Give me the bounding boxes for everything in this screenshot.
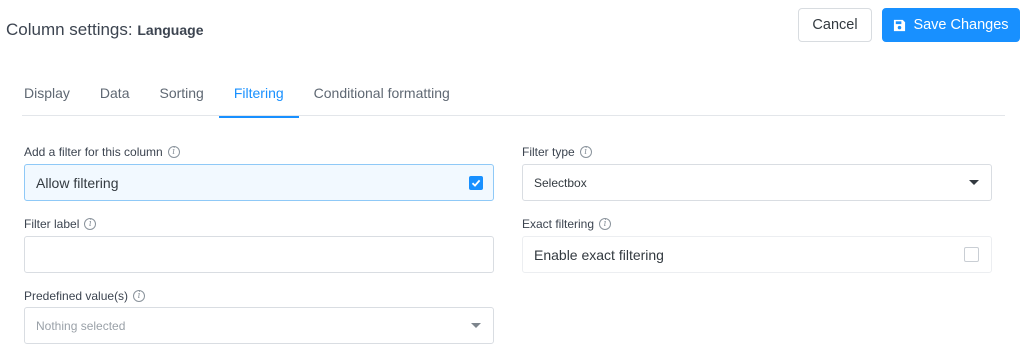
info-icon[interactable]: i xyxy=(133,290,146,302)
filter-type-select[interactable]: Selectbox xyxy=(522,164,992,201)
column-name: Language xyxy=(137,22,204,38)
cancel-button[interactable]: Cancel xyxy=(798,8,872,42)
allow-filtering-text: Allow filtering xyxy=(36,174,119,191)
filter-label-label-text: Filter label xyxy=(24,217,80,231)
save-changes-button[interactable]: Save Changes xyxy=(882,8,1020,42)
allow-filtering-field[interactable]: Allow filtering xyxy=(24,164,494,201)
exact-filtering-checkbox[interactable] xyxy=(964,247,979,262)
tab-data[interactable]: Data xyxy=(85,74,145,116)
exact-filtering-label: Exact filtering i xyxy=(522,217,612,231)
info-icon[interactable]: i xyxy=(579,146,592,158)
caret-down-icon xyxy=(471,323,481,328)
tab-filtering[interactable]: Filtering xyxy=(218,74,299,118)
predefined-values-placeholder: Nothing selected xyxy=(36,318,126,333)
allow-filtering-checkbox[interactable] xyxy=(469,175,483,190)
add-filter-label-text: Add a filter for this column xyxy=(24,145,163,159)
add-filter-label: Add a filter for this column i xyxy=(24,145,180,159)
filter-type-label-text: Filter type xyxy=(522,145,575,159)
page-title: Column settings: Language xyxy=(6,20,203,40)
save-button-label: Save Changes xyxy=(913,17,1009,33)
info-icon[interactable]: i xyxy=(167,146,180,158)
predefined-values-select[interactable]: Nothing selected xyxy=(24,307,494,344)
tabs-divider xyxy=(22,115,1005,116)
settings-tabs: Display Data Sorting Filtering Condition… xyxy=(22,74,465,118)
info-icon[interactable]: i xyxy=(599,218,612,230)
title-prefix: Column settings: xyxy=(6,20,133,39)
exact-filtering-label-text: Exact filtering xyxy=(522,217,595,231)
filter-label-label: Filter label i xyxy=(24,217,97,231)
cancel-button-label: Cancel xyxy=(812,17,858,33)
tab-display[interactable]: Display xyxy=(22,74,85,116)
filter-label-input[interactable] xyxy=(24,236,494,273)
checkmark-icon xyxy=(471,179,481,187)
tab-sorting[interactable]: Sorting xyxy=(144,74,218,116)
tab-conditional-formatting[interactable]: Conditional formatting xyxy=(299,74,465,116)
filter-type-value: Selectbox xyxy=(534,175,587,190)
filter-type-label: Filter type i xyxy=(522,145,592,159)
exact-filtering-field[interactable]: Enable exact filtering xyxy=(522,236,992,273)
info-icon[interactable]: i xyxy=(84,218,97,230)
caret-down-icon xyxy=(969,180,979,185)
exact-filtering-text: Enable exact filtering xyxy=(534,246,664,263)
predefined-values-label: Predefined value(s) i xyxy=(24,289,146,303)
predefined-values-label-text: Predefined value(s) xyxy=(24,289,129,303)
floppy-disk-icon xyxy=(893,19,906,32)
